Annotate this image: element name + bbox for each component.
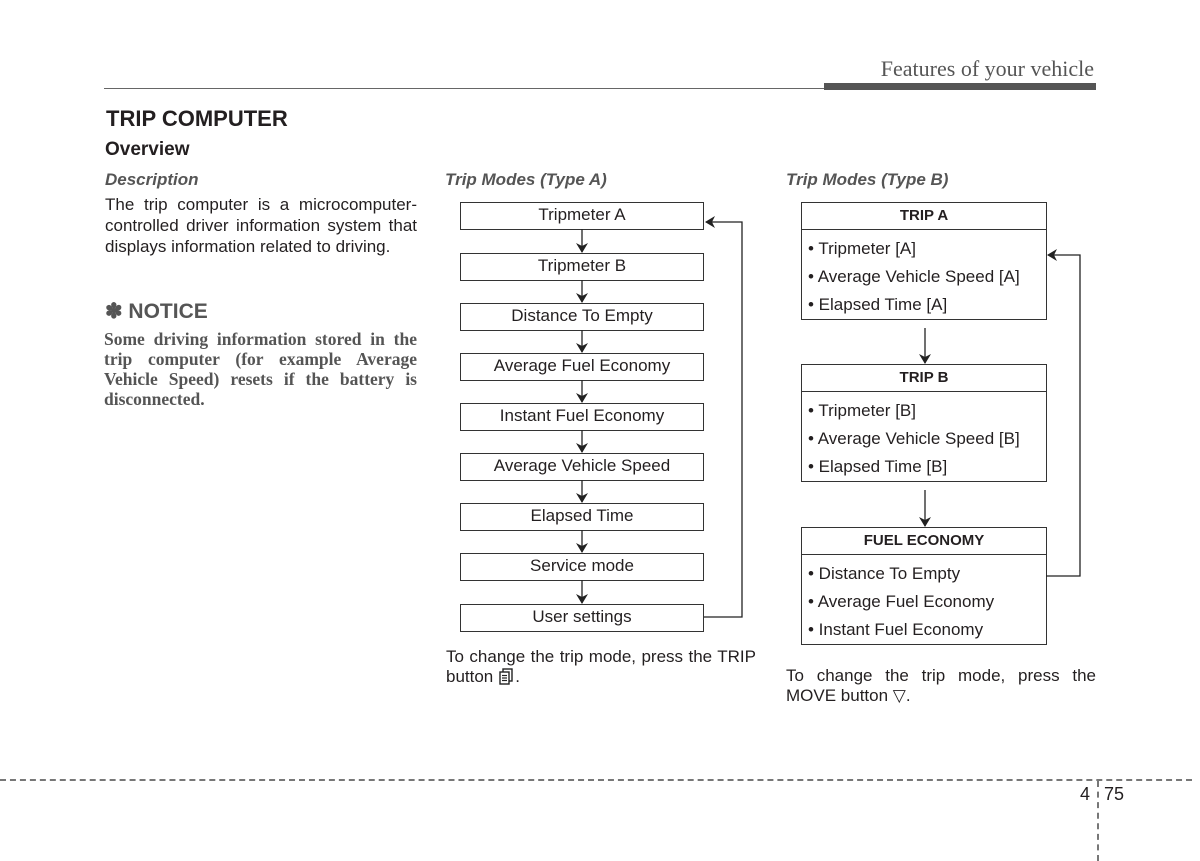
trip-button-icon: [499, 668, 513, 690]
group-box-trip-b: TRIP B • Tripmeter [B] • Average Vehicle…: [801, 364, 1047, 482]
group-item: • Instant Fuel Economy: [808, 620, 984, 639]
group-item: • Elapsed Time [B]: [808, 457, 948, 476]
group-box-trip-a: TRIP A • Tripmeter [A] • Average Vehicle…: [801, 202, 1047, 320]
chapter-number: 4: [1080, 784, 1091, 804]
group-item: • Elapsed Time [A]: [808, 295, 948, 314]
description-body: The trip computer is a microcomputer-con…: [105, 195, 417, 256]
header-rule: [824, 83, 1096, 90]
header-thin-rule: [104, 88, 824, 89]
type-a-heading: Trip Modes (Type A): [445, 170, 607, 189]
move-button-icon: ▽: [892, 686, 906, 705]
type-b-note: To change the trip mode, press the MOVE …: [786, 666, 1096, 706]
mode-box-service-mode: Service mode: [460, 553, 704, 581]
page-number: 75: [1104, 784, 1125, 804]
type-a-note-end: .: [515, 667, 520, 686]
description-heading: Description: [105, 170, 199, 189]
group-title: TRIP B: [802, 365, 1046, 392]
mode-box-average-vehicle-speed: Average Vehicle Speed: [460, 453, 704, 481]
mode-box-instant-fuel-economy: Instant Fuel Economy: [460, 403, 704, 431]
running-header: Features of your vehicle: [880, 56, 1094, 81]
mode-box-tripmeter-a: Tripmeter A: [460, 202, 704, 230]
group-item: • Tripmeter [A]: [808, 239, 916, 258]
mode-box-distance-to-empty: Distance To Empty: [460, 303, 704, 331]
section-title: TRIP COMPUTER: [106, 106, 288, 131]
group-item: • Average Vehicle Speed [A]: [808, 267, 1020, 286]
type-b-heading: Trip Modes (Type B): [786, 170, 949, 189]
type-b-loop-arrow: [1046, 249, 1081, 577]
footer-vertical-dashed-rule: [1097, 781, 1099, 861]
group-box-fuel-economy: FUEL ECONOMY • Distance To Empty • Avera…: [801, 527, 1047, 645]
notice-body: Some driving information stored in the t…: [104, 329, 417, 409]
type-a-note-text: To change the trip mode, press the TRIP …: [446, 647, 756, 686]
mode-box-elapsed-time: Elapsed Time: [460, 503, 704, 531]
group-item: • Distance To Empty: [808, 564, 961, 583]
group-item: • Average Vehicle Speed [B]: [808, 429, 1020, 448]
mode-box-average-fuel-economy: Average Fuel Economy: [460, 353, 704, 381]
group-item: • Tripmeter [B]: [808, 401, 916, 420]
mode-box-user-settings: User settings: [460, 604, 704, 632]
type-b-note-text: To change the trip mode, press the MOVE …: [786, 666, 1096, 705]
mode-box-tripmeter-b: Tripmeter B: [460, 253, 704, 281]
group-title: TRIP A: [802, 203, 1046, 230]
group-item: • Average Fuel Economy: [808, 592, 995, 611]
type-a-loop-arrow: [704, 216, 743, 618]
notice-heading: ✽ NOTICE: [105, 300, 208, 323]
type-b-note-end: .: [905, 686, 911, 705]
type-a-note: To change the trip mode, press the TRIP …: [446, 647, 756, 690]
footer-dashed-rule: [0, 779, 1192, 781]
group-title: FUEL ECONOMY: [802, 528, 1046, 555]
section-subtitle: Overview: [105, 139, 190, 160]
